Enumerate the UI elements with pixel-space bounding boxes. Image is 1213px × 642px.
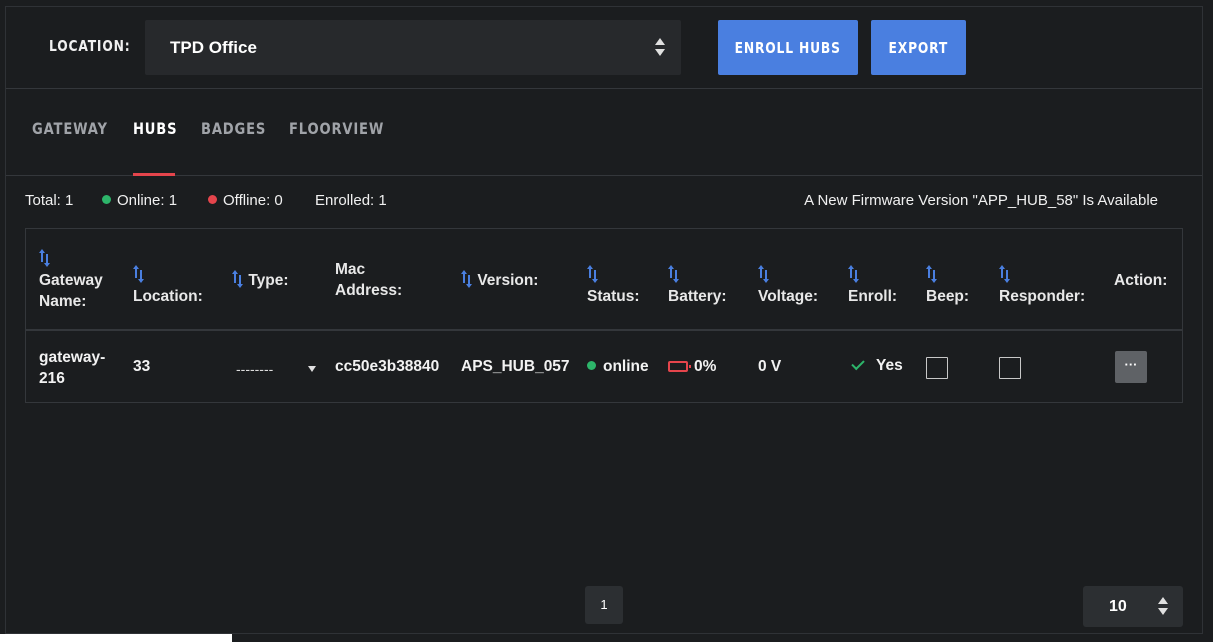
col-version[interactable]: Version: <box>461 270 538 291</box>
tab-gateway[interactable]: GATEWAY <box>32 119 108 138</box>
online-dot-icon <box>102 195 111 204</box>
cell-enroll: Yes <box>851 356 903 375</box>
online-count: Online: 1 <box>102 192 177 209</box>
col-voltage[interactable]: Voltage: <box>758 265 818 307</box>
per-page-select[interactable]: 10 <box>1083 586 1183 627</box>
firmware-notice: A New Firmware Version "APP_HUB_58" Is A… <box>804 192 1158 209</box>
col-battery[interactable]: Battery: <box>668 265 727 307</box>
cell-gateway-name: gateway- 216 <box>39 349 106 387</box>
offline-dot-icon <box>208 195 217 204</box>
summary-bar: Total: 1 Online: 1 Offline: 0 Enrolled: … <box>6 177 1182 227</box>
per-page-value: 10 <box>1109 598 1127 615</box>
sort-icon <box>232 270 244 288</box>
col-location[interactable]: Location: <box>133 265 203 307</box>
select-caret-icon <box>654 37 666 57</box>
online-dot-icon <box>587 361 596 370</box>
hubs-panel: LOCATION: TPD Office ENROLL HUBS EXPORT … <box>5 6 1203 634</box>
col-action: Action: <box>1114 272 1168 289</box>
cell-status: online <box>587 358 649 376</box>
top-bar: LOCATION: TPD Office ENROLL HUBS EXPORT <box>6 7 1202 89</box>
sort-icon <box>587 265 599 283</box>
cell-location: 33 <box>133 358 151 375</box>
total-count: Total: 1 <box>25 192 74 209</box>
sort-icon <box>39 249 51 267</box>
cell-voltage: 0 V <box>758 358 782 375</box>
location-select[interactable]: TPD Office <box>145 20 681 75</box>
sort-icon <box>758 265 770 283</box>
table-row: gateway- 216 33 -------- cc50e3b38840 APS… <box>26 331 1182 403</box>
col-responder[interactable]: Responder: <box>999 265 1085 307</box>
cell-mac-address: cc50e3b38840 <box>335 358 440 375</box>
bottom-strip <box>0 634 232 642</box>
enrolled-count: Enrolled: 1 <box>315 192 387 209</box>
sort-icon <box>133 265 145 283</box>
dropdown-arrow-icon <box>308 366 316 372</box>
tab-floorview[interactable]: FLOORVIEW <box>289 119 384 138</box>
col-status[interactable]: Status: <box>587 265 640 307</box>
location-label: LOCATION: <box>49 37 131 55</box>
row-actions-button[interactable]: ··· <box>1115 351 1147 383</box>
type-select-value: -------- <box>236 361 274 377</box>
col-gateway-name[interactable]: Gateway Name: <box>39 249 103 312</box>
col-type[interactable]: Type: <box>232 270 289 291</box>
table-header: Gateway Name: Location: Type: Mac Address:… <box>26 229 1182 331</box>
export-button[interactable]: EXPORT <box>871 20 966 75</box>
beep-checkbox[interactable] <box>926 357 948 379</box>
sort-icon <box>848 265 860 283</box>
active-tab-indicator <box>133 173 175 176</box>
col-mac-address: Mac Address: <box>335 261 403 299</box>
location-select-value: TPD Office <box>170 38 257 57</box>
tab-bar: GATEWAY HUBS BADGES FLOORVIEW <box>6 89 1202 176</box>
cell-version: APS_HUB_057 <box>461 358 570 375</box>
tab-badges[interactable]: BADGES <box>201 119 266 138</box>
sort-icon <box>668 265 680 283</box>
sort-icon <box>926 265 938 283</box>
responder-checkbox[interactable] <box>999 357 1021 379</box>
cell-battery: 0% <box>668 358 716 376</box>
type-select[interactable]: -------- <box>236 361 316 377</box>
select-caret-icon <box>1157 596 1169 616</box>
tab-hubs[interactable]: HUBS <box>133 119 177 138</box>
offline-count: Offline: 0 <box>208 192 283 209</box>
battery-empty-icon <box>668 361 691 372</box>
col-enroll[interactable]: Enroll: <box>848 265 897 307</box>
sort-icon <box>999 265 1011 283</box>
pagination-page-1[interactable]: 1 <box>585 586 623 624</box>
col-beep[interactable]: Beep: <box>926 265 969 307</box>
check-icon <box>851 356 865 371</box>
hubs-table: Gateway Name: Location: Type: Mac Address:… <box>25 228 1183 403</box>
sort-icon <box>461 270 473 288</box>
enroll-hubs-button[interactable]: ENROLL HUBS <box>718 20 858 75</box>
